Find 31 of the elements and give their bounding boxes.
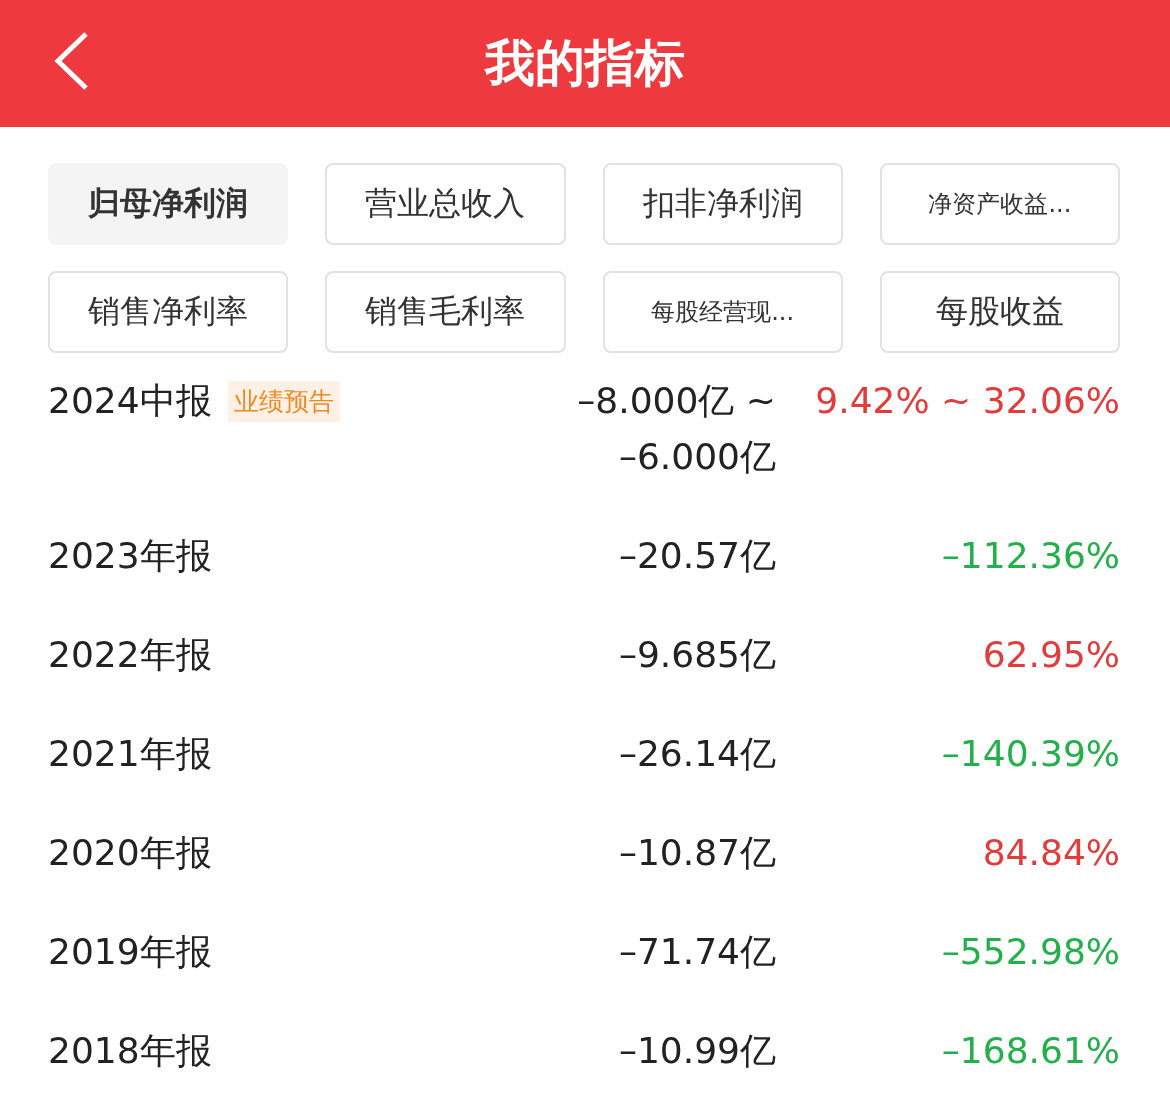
change-percent: –168.61%: [940, 1029, 1120, 1073]
metric-tab[interactable]: 销售净利率: [48, 271, 289, 353]
change-percent: 62.95%: [981, 633, 1120, 677]
change-percent: 84.84%: [981, 831, 1120, 875]
metric-tab[interactable]: 每股收益: [879, 271, 1120, 353]
metric-tab[interactable]: 净资产收益...: [879, 163, 1120, 245]
change-percent: 9.42% ~ 32.06%: [814, 379, 1120, 423]
profit-value: –20.57亿: [617, 534, 776, 578]
change-percent: –140.39%: [940, 732, 1120, 776]
metric-tab[interactable]: 营业总收入: [325, 163, 566, 245]
report-period: 2018年报: [48, 1028, 212, 1073]
profit-value: –9.685亿: [617, 633, 776, 677]
report-period: 2024中报: [48, 378, 212, 423]
change-percent: –112.36%: [940, 534, 1120, 578]
profit-value: –10.87亿: [617, 831, 776, 875]
profit-value: –8.000亿 ~ –6.000亿: [576, 379, 776, 479]
report-period: 2020年报: [48, 830, 212, 875]
report-period: 2021年报: [48, 731, 212, 776]
metric-tab[interactable]: 每股经营现...: [602, 271, 843, 353]
report-period: 2022年报: [48, 632, 212, 677]
change-percent: –552.98%: [940, 930, 1120, 974]
metric-tab[interactable]: 销售毛利率: [325, 271, 566, 353]
metric-tab[interactable]: 归母净利润: [48, 163, 289, 245]
report-period: 2019年报: [48, 929, 212, 974]
profit-value: –10.99亿: [617, 1029, 776, 1073]
profit-value: –71.74亿: [617, 930, 776, 974]
page-title: 我的指标: [485, 33, 685, 94]
profit-value: –26.14亿: [617, 732, 776, 776]
report-period: 2023年报: [48, 533, 212, 578]
metric-tab[interactable]: 扣非净利润: [602, 163, 843, 245]
forecast-tag: 业绩预告: [227, 380, 340, 422]
